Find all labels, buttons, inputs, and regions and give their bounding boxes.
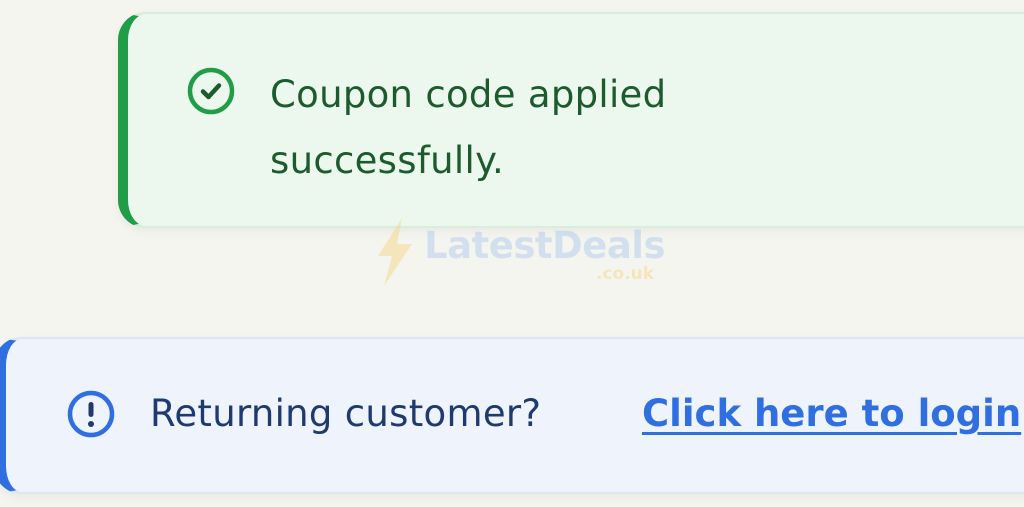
exclamation-circle-icon [66,389,116,439]
watermark-brand: LatestDeals [424,224,666,267]
login-link[interactable]: Click here to login [642,386,1021,442]
returning-customer-prompt: Returning customer? [150,392,542,435]
watermark-tld: .co.uk [596,264,655,284]
lightning-bolt-icon [372,218,416,286]
coupon-success-message: Coupon code applied successfully. [270,73,667,182]
latestdeals-watermark: LatestDeals .co.uk [372,218,666,288]
check-circle-icon [186,66,236,116]
checkout-notices: Coupon code applied successfully. Latest… [0,0,1024,507]
